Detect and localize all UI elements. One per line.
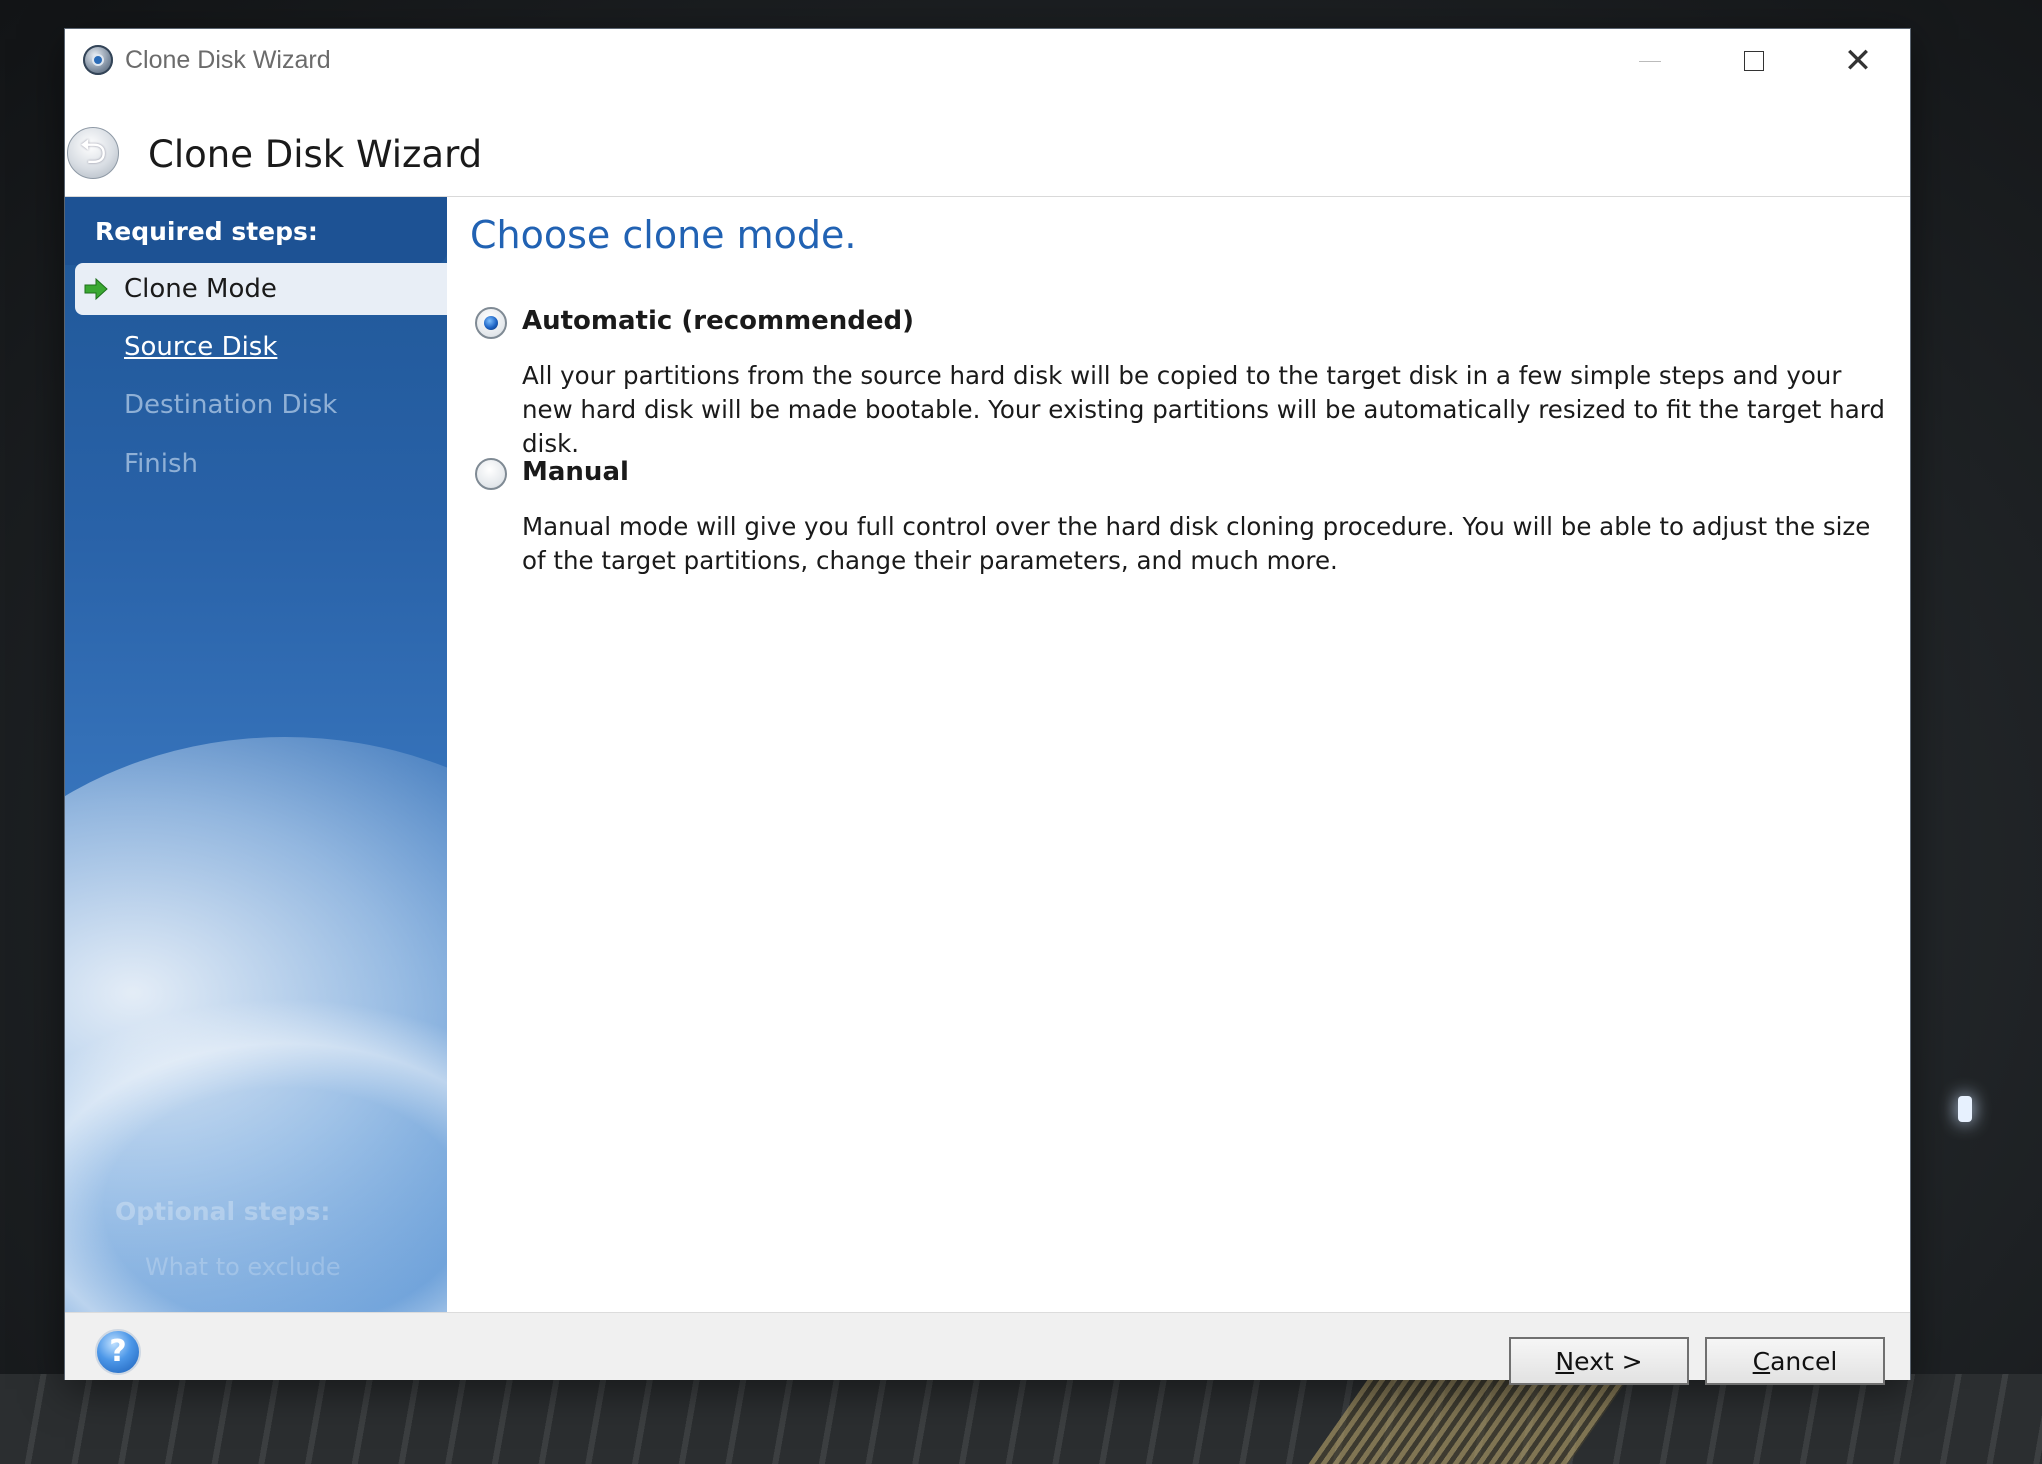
cancel-mnemonic: C: [1752, 1346, 1771, 1376]
step-destination-disk: Destination Disk: [75, 379, 447, 431]
background-lamp: [1958, 1096, 1972, 1122]
window-title: Clone Disk Wizard: [125, 46, 331, 74]
step-label: Clone Mode: [124, 274, 277, 304]
manual-label[interactable]: Manual: [522, 457, 629, 487]
cancel-label: ancel: [1770, 1346, 1838, 1376]
wizard-header: ⮌ Clone Disk Wizard: [65, 93, 1910, 197]
back-arrow-icon[interactable]: ⮌: [67, 127, 119, 179]
wizard-title: Clone Disk Wizard: [148, 133, 483, 176]
step-finish: Finish: [75, 438, 447, 490]
step-source-disk[interactable]: Source Disk: [75, 321, 447, 373]
minimize-button[interactable]: [1598, 29, 1702, 93]
automatic-description: All your partitions from the source hard…: [522, 361, 1885, 458]
next-button[interactable]: Next >: [1509, 1337, 1689, 1385]
required-steps-header: Required steps:: [65, 197, 447, 265]
required-steps-label: Required steps:: [95, 217, 318, 246]
title-bar[interactable]: Clone Disk Wizard ✕: [65, 29, 1910, 93]
steps-sidebar: Required steps: Clone Mode Source Disk D…: [65, 197, 447, 1312]
automatic-label[interactable]: Automatic (recommended): [522, 306, 914, 336]
step-clone-mode[interactable]: Clone Mode: [75, 263, 447, 315]
green-arrow-icon: [84, 277, 108, 301]
main-content: Choose clone mode. Automatic (recommende…: [447, 197, 1910, 1312]
step-label: Finish: [124, 449, 199, 479]
optional-steps-label: Optional steps:: [115, 1197, 331, 1226]
step-label: Source Disk: [124, 332, 278, 362]
manual-description: Manual mode will give you full control o…: [522, 512, 1871, 575]
maximize-button[interactable]: [1702, 29, 1806, 93]
close-button[interactable]: ✕: [1806, 29, 1910, 93]
next-mnemonic: N: [1555, 1346, 1575, 1376]
step-label: Destination Disk: [124, 390, 338, 420]
background-floor: [0, 1374, 2042, 1464]
wizard-footer: ? Next > Cancel: [65, 1312, 1910, 1385]
next-label: ext >: [1574, 1346, 1643, 1376]
page-title: Choose clone mode.: [470, 213, 857, 257]
cancel-button[interactable]: Cancel: [1705, 1337, 1885, 1385]
app-disk-icon: [83, 45, 113, 75]
help-icon[interactable]: ?: [95, 1329, 141, 1375]
manual-radio[interactable]: [475, 458, 507, 490]
automatic-radio[interactable]: [475, 307, 507, 339]
optional-step-exclude: What to exclude: [145, 1253, 341, 1281]
clone-disk-wizard-window: Clone Disk Wizard ✕ ⮌ Clone Disk Wizard …: [65, 29, 1910, 1385]
